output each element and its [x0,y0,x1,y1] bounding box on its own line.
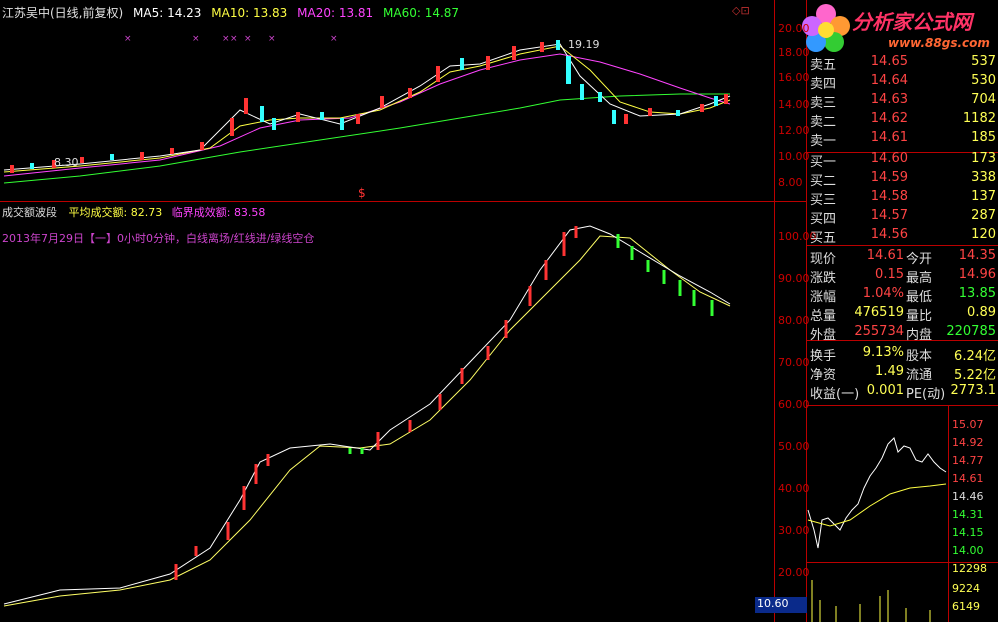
mini-avg-line [807,483,947,527]
mini-intraday-chart[interactable] [0,0,998,622]
mini-price-line [807,437,947,549]
mini-volume-bars [811,580,931,622]
